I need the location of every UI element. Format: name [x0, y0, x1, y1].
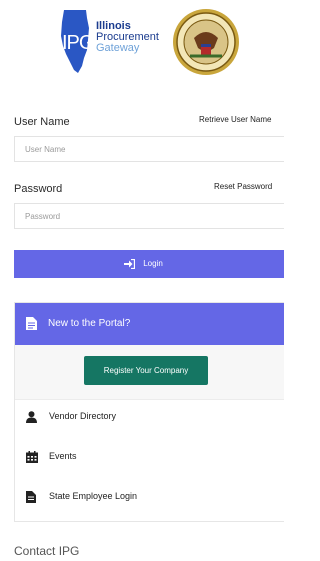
username-label: User Name	[14, 116, 70, 128]
header-logos: IPG Illinois Procurement Gateway	[0, 0, 270, 90]
sign-in-icon	[124, 258, 135, 269]
contact-ipg-heading[interactable]: Contact IPG	[14, 544, 79, 558]
menu-item-state-employee-login[interactable]: State Employee Login	[15, 479, 284, 517]
document-icon	[26, 491, 36, 503]
login-button-label: Login	[143, 259, 163, 268]
menu-item-label: Vendor Directory	[49, 411, 117, 421]
ipg-name-line3: Gateway	[96, 42, 140, 54]
ipg-wordmark: Illinois Procurement Gateway	[96, 21, 159, 54]
password-input[interactable]: Password	[14, 203, 284, 229]
reset-password-link[interactable]: Reset Password	[214, 182, 272, 191]
register-section: Register Your Company	[15, 345, 284, 400]
menu-item-vendor-directory[interactable]: Vendor Directory	[15, 399, 284, 437]
card-header: New to the Portal?	[15, 303, 284, 345]
register-company-button[interactable]: Register Your Company	[84, 356, 208, 385]
user-icon	[26, 411, 37, 423]
calendar-icon	[26, 451, 38, 463]
ipg-logo[interactable]: IPG Illinois Procurement Gateway	[60, 8, 165, 78]
state-seal-icon	[173, 9, 239, 75]
login-button[interactable]: Login	[14, 250, 284, 278]
menu-item-label: State Employee Login	[49, 491, 138, 501]
card-header-title: New to the Portal?	[48, 318, 131, 329]
password-label: Password	[14, 183, 63, 195]
username-input[interactable]: User Name	[14, 136, 284, 162]
menu-item-events[interactable]: Events	[15, 439, 284, 477]
document-icon	[26, 317, 37, 330]
retrieve-username-link[interactable]: Retrieve User Name	[199, 115, 271, 124]
menu-item-label: Events	[49, 451, 77, 461]
ipg-initials: IPG	[62, 32, 94, 54]
new-to-portal-card: New to the Portal? Register Your Company…	[14, 302, 284, 522]
